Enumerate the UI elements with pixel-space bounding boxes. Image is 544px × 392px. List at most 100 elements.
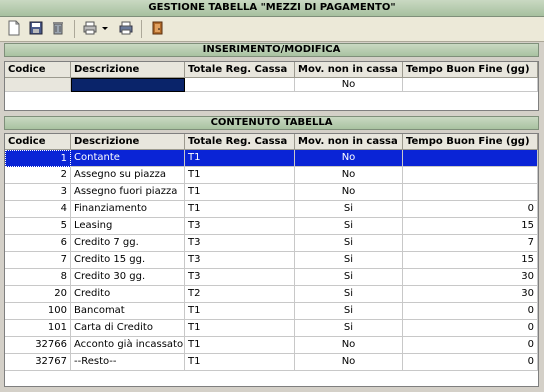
row-totale[interactable]: T3 <box>185 235 295 252</box>
row-codice[interactable]: 2 <box>5 167 71 184</box>
row-codice[interactable]: 4 <box>5 201 71 218</box>
row-tempo[interactable]: 0 <box>403 201 538 218</box>
content-table: Codice Descrizione Totale Reg. Cassa Mov… <box>4 133 539 387</box>
row-totale[interactable]: T1 <box>185 150 295 167</box>
row-totale[interactable]: T1 <box>185 337 295 354</box>
row-mov[interactable]: No <box>295 167 403 184</box>
row-codice[interactable]: 3 <box>5 184 71 201</box>
row-totale[interactable]: T1 <box>185 354 295 371</box>
row-descrizione[interactable]: Bancomat <box>71 303 185 320</box>
edit-tempo-field[interactable] <box>403 78 538 92</box>
row-mov[interactable]: Si <box>295 252 403 269</box>
print-icon[interactable] <box>82 20 98 36</box>
table-row[interactable]: 7 Credito 15 gg. T3 Si 15 <box>5 252 538 269</box>
row-totale[interactable]: T1 <box>185 184 295 201</box>
table-row[interactable]: 3 Assegno fuori piazza T1 No <box>5 184 538 201</box>
row-tempo[interactable]: 0 <box>403 320 538 337</box>
table-row[interactable]: 32767 --Resto-- T1 No 0 <box>5 354 538 371</box>
row-tempo[interactable] <box>403 167 538 184</box>
exit-door-icon[interactable] <box>150 20 166 36</box>
row-totale[interactable]: T1 <box>185 320 295 337</box>
row-mov[interactable]: No <box>295 337 403 354</box>
table-row[interactable]: 32766 Acconto già incassato T1 No 0 <box>5 337 538 354</box>
row-tempo[interactable]: 30 <box>403 286 538 303</box>
row-descrizione[interactable]: Acconto già incassato <box>71 337 185 354</box>
row-descrizione[interactable]: Assegno fuori piazza <box>71 184 185 201</box>
row-codice[interactable]: 32766 <box>5 337 71 354</box>
row-codice[interactable]: 7 <box>5 252 71 269</box>
row-codice[interactable]: 100 <box>5 303 71 320</box>
row-descrizione[interactable]: --Resto-- <box>71 354 185 371</box>
row-mov[interactable]: Si <box>295 269 403 286</box>
row-descrizione[interactable]: Leasing <box>71 218 185 235</box>
col-totale[interactable]: Totale Reg. Cassa <box>185 134 295 150</box>
row-totale[interactable]: T1 <box>185 167 295 184</box>
row-mov[interactable]: No <box>295 184 403 201</box>
row-codice[interactable]: 101 <box>5 320 71 337</box>
row-tempo[interactable]: 30 <box>403 269 538 286</box>
row-mov[interactable]: Si <box>295 303 403 320</box>
new-document-icon[interactable] <box>6 20 22 36</box>
row-mov[interactable]: Si <box>295 218 403 235</box>
row-tempo[interactable]: 7 <box>403 235 538 252</box>
save-icon[interactable] <box>28 20 44 36</box>
row-totale[interactable]: T3 <box>185 252 295 269</box>
row-tempo[interactable]: 0 <box>403 354 538 371</box>
row-mov[interactable]: Si <box>295 235 403 252</box>
table-row[interactable]: 101 Carta di Credito T1 Si 0 <box>5 320 538 337</box>
table-row[interactable]: 5 Leasing T3 Si 15 <box>5 218 538 235</box>
row-codice[interactable]: 20 <box>5 286 71 303</box>
row-tempo[interactable]: 15 <box>403 218 538 235</box>
row-descrizione[interactable]: Credito 7 gg. <box>71 235 185 252</box>
table-row[interactable]: 4 Finanziamento T1 Si 0 <box>5 201 538 218</box>
edit-codice-field[interactable] <box>5 78 71 92</box>
row-descrizione[interactable]: Credito 15 gg. <box>71 252 185 269</box>
row-codice[interactable]: 32767 <box>5 354 71 371</box>
row-codice[interactable]: 8 <box>5 269 71 286</box>
delete-icon[interactable] <box>50 20 66 36</box>
row-tempo[interactable]: 0 <box>403 303 538 320</box>
row-descrizione[interactable]: Carta di Credito <box>71 320 185 337</box>
row-codice[interactable]: 6 <box>5 235 71 252</box>
row-descrizione[interactable]: Contante <box>71 150 185 167</box>
row-descrizione[interactable]: Credito 30 gg. <box>71 269 185 286</box>
row-mov[interactable]: Si <box>295 201 403 218</box>
row-mov[interactable]: No <box>295 354 403 371</box>
edit-col-totale: Totale Reg. Cassa <box>185 62 295 78</box>
row-descrizione[interactable]: Credito <box>71 286 185 303</box>
table-row[interactable]: 100 Bancomat T1 Si 0 <box>5 303 538 320</box>
row-descrizione[interactable]: Finanziamento <box>71 201 185 218</box>
table-row[interactable]: 20 Credito T2 Si 30 <box>5 286 538 303</box>
row-mov[interactable]: Si <box>295 286 403 303</box>
row-tempo[interactable]: 15 <box>403 252 538 269</box>
toolbar <box>0 17 544 42</box>
row-codice[interactable]: 1 <box>5 150 71 167</box>
row-totale[interactable]: T1 <box>185 201 295 218</box>
row-descrizione[interactable]: Assegno su piazza <box>71 167 185 184</box>
col-mov[interactable]: Mov. non in cassa <box>295 134 403 150</box>
dropdown-arrow-icon[interactable] <box>100 20 110 36</box>
row-tempo[interactable] <box>403 150 538 167</box>
row-totale[interactable]: T2 <box>185 286 295 303</box>
edit-descrizione-field[interactable] <box>71 78 185 92</box>
table-row[interactable]: 6 Credito 7 gg. T3 Si 7 <box>5 235 538 252</box>
row-mov[interactable]: No <box>295 150 403 167</box>
row-tempo[interactable]: 0 <box>403 337 538 354</box>
row-mov[interactable]: Si <box>295 320 403 337</box>
row-totale[interactable]: T3 <box>185 269 295 286</box>
table-row[interactable]: 2 Assegno su piazza T1 No <box>5 167 538 184</box>
row-totale[interactable]: T1 <box>185 303 295 320</box>
table-row[interactable]: 8 Credito 30 gg. T3 Si 30 <box>5 269 538 286</box>
row-codice[interactable]: 5 <box>5 218 71 235</box>
window-title: GESTIONE TABELLA "MEZZI DI PAGAMENTO" <box>0 0 544 17</box>
row-tempo[interactable] <box>403 184 538 201</box>
edit-row: No <box>5 78 538 92</box>
col-descrizione[interactable]: Descrizione <box>71 134 185 150</box>
edit-totale-field[interactable] <box>185 78 295 92</box>
table-row[interactable]: 1 Contante T1 No <box>5 150 538 167</box>
col-codice[interactable]: Codice <box>5 134 71 150</box>
row-totale[interactable]: T3 <box>185 218 295 235</box>
print-preview-icon[interactable] <box>118 20 134 36</box>
edit-mov-field[interactable]: No <box>295 78 403 92</box>
col-tempo[interactable]: Tempo Buon Fine (gg) <box>403 134 538 150</box>
